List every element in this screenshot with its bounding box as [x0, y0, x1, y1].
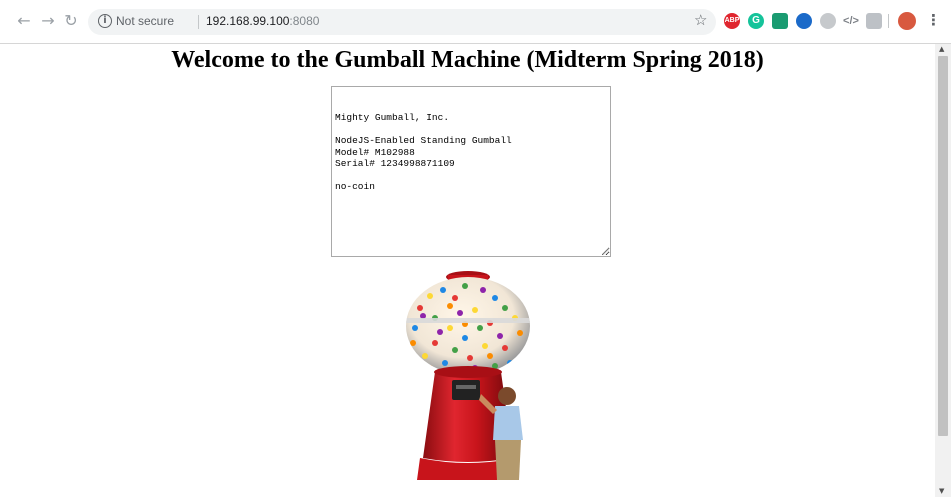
child-pants	[495, 440, 521, 480]
scroll-up-arrow-icon[interactable]: ▲	[939, 45, 944, 53]
resize-grip-icon[interactable]	[603, 249, 609, 255]
blue-extension-icon[interactable]	[796, 13, 812, 29]
code-extension-icon[interactable]: </>	[843, 13, 859, 29]
menu-dots-icon[interactable]: ⋮	[926, 11, 941, 29]
status-textarea[interactable]: Mighty Gumball, Inc. NodeJS-Enabled Stan…	[331, 86, 611, 257]
address-url[interactable]: 192.168.99.100:8080	[206, 14, 319, 28]
body-top-rim	[434, 366, 502, 378]
status-text: Mighty Gumball, Inc. NodeJS-Enabled Stan…	[335, 112, 512, 192]
gray-extension-icon[interactable]	[820, 13, 836, 29]
back-arrow-icon[interactable]: ←	[14, 11, 34, 31]
scrollbar[interactable]: ▲ ▼	[935, 44, 951, 497]
url-host: 192.168.99.100	[206, 14, 290, 28]
info-icon[interactable]: i	[98, 14, 112, 28]
url-port: :8080	[289, 14, 320, 28]
scroll-down-arrow-icon[interactable]: ▼	[939, 487, 944, 495]
page-title: Welcome to the Gumball Machine (Midterm …	[171, 47, 764, 73]
child-shirt	[493, 406, 523, 440]
scrollbar-thumb[interactable]	[938, 56, 948, 436]
coin-slot-opening	[456, 385, 476, 389]
globe-glass	[406, 277, 530, 375]
security-label: Not secure	[116, 14, 175, 28]
square-extension-icon[interactable]	[866, 13, 882, 29]
address-bar[interactable]: i Not secure 192.168.99.100:8080	[88, 9, 716, 35]
profile-avatar-icon[interactable]	[898, 12, 916, 30]
coin-slot[interactable]	[452, 380, 480, 400]
bookmark-star-icon[interactable]: ☆	[694, 11, 707, 29]
toolbar-divider	[888, 14, 889, 28]
child-head	[498, 387, 516, 405]
translate-extension-icon[interactable]	[772, 13, 788, 29]
address-divider	[198, 15, 199, 29]
reload-icon[interactable]: ↻	[61, 11, 81, 31]
grammarly-extension-icon[interactable]: G	[748, 13, 764, 29]
adblock-extension-icon[interactable]: ABP	[724, 13, 740, 29]
browser-toolbar: ← → ↻ i Not secure 192.168.99.100:8080 ☆…	[0, 0, 951, 44]
gumball-machine-image[interactable]	[395, 268, 545, 480]
forward-arrow-icon[interactable]: →	[38, 11, 58, 31]
